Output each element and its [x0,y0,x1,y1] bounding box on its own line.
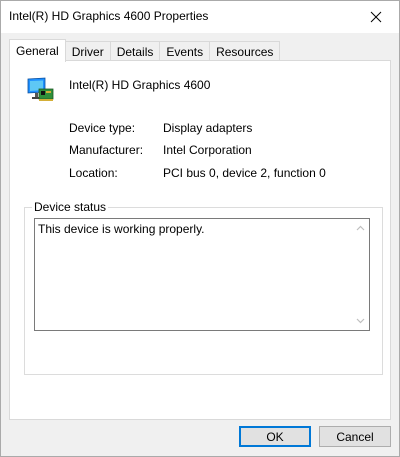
ok-button[interactable]: OK [239,426,311,447]
device-name: Intel(R) HD Graphics 4600 [69,78,211,92]
tab-resources[interactable]: Resources [209,41,281,61]
tab-general[interactable]: General [9,39,66,62]
location-value: PCI bus 0, device 2, function 0 [163,166,326,180]
tab-driver[interactable]: Driver [64,41,111,61]
device-type-label: Device type: [69,121,136,135]
manufacturer-value: Intel Corporation [163,143,252,157]
device-status-textbox[interactable]: This device is working properly. [34,218,370,331]
title-bar[interactable]: Intel(R) HD Graphics 4600 Properties [1,1,399,33]
scroll-down-icon[interactable] [356,316,365,325]
device-type-value: Display adapters [163,121,253,135]
status-scrollbar[interactable] [352,219,369,330]
device-status-group: Device status This device is working pro… [24,200,383,375]
manufacturer-label: Manufacturer: [69,143,144,157]
properties-dialog: Intel(R) HD Graphics 4600 Properties Gen… [0,0,400,457]
device-status-label: Device status [32,200,109,214]
scroll-up-icon[interactable] [356,224,365,233]
general-tab-panel: Intel(R) HD Graphics 4600 Device type: D… [9,60,391,420]
tab-events[interactable]: Events [159,41,211,61]
tab-strip: General Driver Details Events Resources [9,39,281,62]
device-status-text: This device is working properly. [38,222,205,236]
close-button[interactable] [353,1,399,33]
location-label: Location: [69,166,118,180]
close-icon [370,11,382,23]
display-adapter-icon [27,77,54,101]
cancel-button[interactable]: Cancel [319,426,391,447]
window-title: Intel(R) HD Graphics 4600 Properties [9,9,209,23]
tab-details[interactable]: Details [109,41,161,61]
